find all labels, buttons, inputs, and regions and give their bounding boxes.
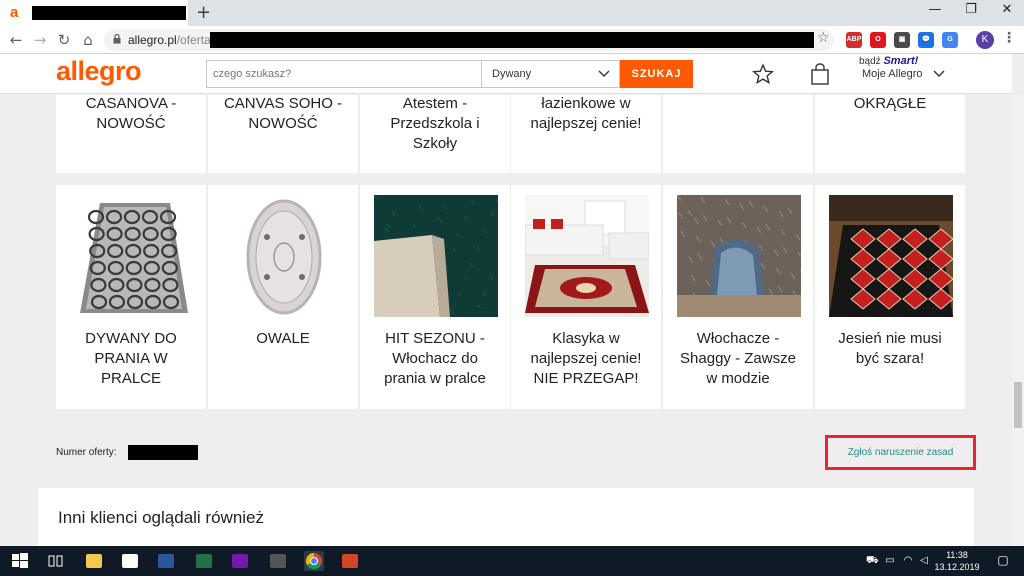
shield-ext-icon[interactable]: ▣: [894, 32, 910, 48]
browser-tab-bar: a + — ❐ ✕: [0, 0, 1024, 26]
chevron-down-icon: [598, 70, 610, 77]
card-title[interactable]: Włochacze - Shaggy - Zawsze w modzie: [667, 329, 809, 389]
top-card-title: CANVAS SOHO - NOWOŚĆ: [223, 95, 343, 132]
top-category-card[interactable]: OKRĄGŁE: [815, 95, 965, 173]
top-category-card[interactable]: Atestem - Przedszkola i Szkoły: [360, 95, 510, 173]
address-bar[interactable]: allegro.pl/oferta/ ☆: [104, 29, 834, 51]
word-icon[interactable]: [156, 551, 176, 571]
notifications-icon[interactable]: ▢: [996, 554, 1010, 568]
mail-icon[interactable]: [120, 551, 140, 571]
category-card[interactable]: Włochacze - Shaggy - Zawsze w modzie: [663, 185, 813, 409]
browser-toolbar: ← → ↻ ⌂ allegro.pl/oferta/ ☆ ABP O ▣ 💬 G K ⋮: [0, 26, 1024, 54]
rug-image[interactable]: [677, 195, 801, 317]
allegro-favicon-icon: a: [10, 4, 19, 21]
volume-icon[interactable]: ◁: [918, 555, 930, 567]
watchlist-star-icon[interactable]: [752, 63, 774, 85]
smart-word: Smart!: [883, 55, 919, 67]
account-menu[interactable]: Moje Allegro: [862, 68, 923, 80]
network-icon[interactable]: ◠: [902, 555, 914, 567]
related-offers-title: Inni klienci oglądali również: [58, 508, 265, 527]
report-link-highlight: Zgłoś naruszenie zasad: [825, 435, 976, 470]
category-card[interactable]: DYWANY DO PRANIA W PRALCE: [56, 185, 206, 409]
browser-tab[interactable]: a: [0, 0, 188, 26]
rug-image[interactable]: [829, 195, 953, 317]
back-arrow-icon[interactable]: ←: [6, 30, 26, 50]
browser-menu-icon[interactable]: ⋮: [1002, 30, 1016, 46]
bookmark-star-icon[interactable]: ☆: [817, 30, 830, 46]
url-text: allegro.pl/oferta/: [128, 33, 214, 47]
url-path: /oferta/: [176, 33, 215, 47]
smart-promo[interactable]: bądź Smart!: [859, 55, 918, 67]
card-title[interactable]: OWALE: [212, 329, 354, 349]
reload-icon[interactable]: ↻: [54, 30, 74, 50]
chat-ext-icon[interactable]: 💬: [918, 32, 934, 48]
category-select[interactable]: Dywany: [482, 60, 620, 88]
restore-button[interactable]: ❐: [956, 2, 986, 22]
scrollbar-thumb[interactable]: [1014, 382, 1022, 428]
category-card[interactable]: HIT SEZONU - Włochacz do prania w pralce: [360, 185, 510, 409]
allegro-logo[interactable]: allegro: [56, 56, 142, 87]
chevron-down-icon[interactable]: [932, 68, 946, 80]
page-content: CASANOVA - NOWOŚĆ CANVAS SOHO - NOWOŚĆ Ate…: [0, 95, 1012, 546]
onenote-icon[interactable]: [230, 551, 250, 571]
category-card[interactable]: Klasyka w najlepszej cenie! NIE PRZEGAP!: [511, 185, 661, 409]
top-card-title: CASANOVA - NOWOŚĆ: [85, 95, 177, 132]
url-domain: allegro.pl: [128, 33, 177, 47]
opera-icon[interactable]: O: [870, 32, 886, 48]
smart-prefix: bądź: [859, 56, 884, 67]
cart-bag-icon[interactable]: [810, 63, 830, 85]
clock-date: 13.12.2019: [934, 562, 980, 572]
rug-image[interactable]: [70, 195, 194, 317]
windows-start-icon[interactable]: [10, 551, 30, 571]
chrome-icon[interactable]: [304, 551, 324, 571]
windows-taskbar: ⛟ ▭ ◠ ◁ 11:38 13.12.2019 ▢: [0, 546, 1024, 576]
search-input[interactable]: [206, 60, 482, 88]
close-window-button[interactable]: ✕: [992, 2, 1022, 22]
top-card-title: Atestem - Przedszkola i Szkoły: [390, 95, 480, 152]
excel-icon[interactable]: [194, 551, 214, 571]
top-card-title: łazienkowe w najlepszej cenie!: [530, 95, 642, 132]
page-scrollbar[interactable]: [1012, 95, 1024, 546]
card-title[interactable]: DYWANY DO PRANIA W PRALCE: [60, 329, 202, 389]
rug-image[interactable]: [525, 195, 649, 317]
new-tab-button[interactable]: +: [196, 2, 212, 23]
clock-time: 11:38: [946, 550, 968, 560]
system-clock[interactable]: 11:38 13.12.2019: [932, 549, 982, 573]
url-redacted: [210, 32, 814, 48]
powerpoint-icon[interactable]: [340, 551, 360, 571]
card-title[interactable]: HIT SEZONU - Włochacz do prania w pralce: [364, 329, 506, 389]
category-value: Dywany: [492, 68, 532, 80]
translate-ext-icon[interactable]: G: [942, 32, 958, 48]
minimize-button[interactable]: —: [920, 2, 950, 22]
related-offers-panel: Inni klienci oglądali również: [38, 488, 974, 546]
task-view-icon[interactable]: [46, 551, 66, 571]
top-category-card[interactable]: CANVAS SOHO - NOWOŚĆ: [208, 95, 358, 173]
category-card[interactable]: OWALE: [208, 185, 358, 409]
search-button[interactable]: SZUKAJ: [620, 60, 693, 88]
rug-image[interactable]: [374, 195, 498, 317]
card-title[interactable]: Klasyka w najlepszej cenie! NIE PRZEGAP!: [515, 329, 657, 389]
top-category-card[interactable]: CASANOVA - NOWOŚĆ: [56, 95, 206, 173]
calculator-icon[interactable]: [268, 551, 288, 571]
tab-title-redacted: [32, 6, 186, 20]
top-category-card[interactable]: [663, 95, 813, 173]
offer-number-label: Numer oferty:: [56, 447, 117, 458]
people-tray-icon[interactable]: ⛟: [866, 555, 879, 567]
offer-number-redacted: [128, 445, 198, 460]
battery-icon[interactable]: ▭: [884, 555, 896, 567]
abp-icon[interactable]: ABP: [846, 32, 862, 48]
profile-avatar[interactable]: K: [976, 31, 994, 49]
lock-icon: [113, 34, 121, 44]
home-icon[interactable]: ⌂: [78, 30, 98, 50]
top-card-title: OKRĄGŁE: [853, 95, 927, 112]
top-category-card[interactable]: łazienkowe w najlepszej cenie!: [511, 95, 661, 173]
file-explorer-icon[interactable]: [84, 551, 104, 571]
report-violation-link[interactable]: Zgłoś naruszenie zasad: [828, 447, 973, 458]
site-header: allegro Dywany SZUKAJ bądź Smart! Moje A…: [0, 54, 1012, 94]
card-title[interactable]: Jesień nie musi być szara!: [819, 329, 961, 369]
forward-arrow-icon[interactable]: →: [30, 30, 50, 50]
rug-image[interactable]: [222, 195, 346, 317]
category-card[interactable]: Jesień nie musi być szara!: [815, 185, 965, 409]
